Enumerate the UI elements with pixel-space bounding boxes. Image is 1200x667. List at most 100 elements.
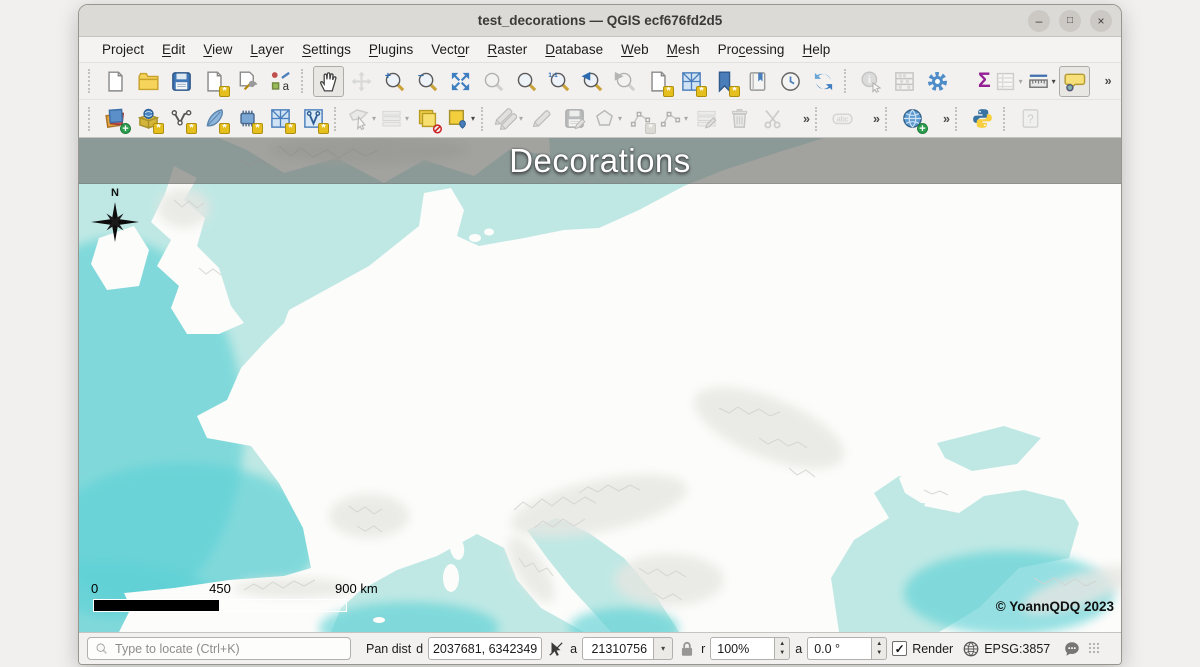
new-spatial-bookmark-button[interactable]: *	[709, 66, 740, 97]
zoom-to-selection-button[interactable]	[478, 66, 509, 97]
new-spatialite-layer-button[interactable]: *	[199, 103, 230, 134]
show-layout-manager-button[interactable]	[232, 66, 263, 97]
digitizing-toolbar-handle[interactable]	[481, 107, 488, 131]
add-polygon-feature-button[interactable]: ▾	[592, 103, 623, 134]
field-calculator-button[interactable]	[889, 66, 920, 97]
menu-database[interactable]: Database	[536, 39, 612, 60]
new-temporary-scratch-layer-button[interactable]: *	[298, 103, 329, 134]
open-attribute-table-button[interactable]: ▾	[993, 66, 1024, 97]
magnifier-spinbox[interactable]: 100% ▲▼	[710, 637, 790, 660]
zoom-native-resolution-button[interactable]: 1:1	[544, 66, 575, 97]
metasearch-button[interactable]: +	[897, 103, 928, 134]
rotation-spin-arrows[interactable]: ▲▼	[871, 637, 887, 660]
crs-status-button[interactable]: EPSG:3857	[962, 640, 1050, 658]
menu-vector[interactable]: Vector	[422, 39, 478, 60]
new-geopackage-layer-button[interactable]: *	[133, 103, 164, 134]
menu-mesh[interactable]: Mesh	[658, 39, 709, 60]
help-toolbar-handle[interactable]	[1003, 107, 1010, 131]
current-edits-button[interactable]: ▾	[493, 103, 524, 134]
modify-attributes-button[interactable]	[691, 103, 722, 134]
attributes-toolbar-handle[interactable]	[844, 69, 851, 93]
python-console-button[interactable]	[967, 103, 998, 134]
zoom-to-layer-button[interactable]	[511, 66, 542, 97]
select-features-by-form-button[interactable]: ▾	[379, 103, 410, 134]
plugins-toolbar-handle[interactable]	[955, 107, 962, 131]
magnifier-value[interactable]: 100%	[710, 637, 774, 660]
style-manager-button[interactable]	[265, 66, 296, 97]
toolbar-overflow-button[interactable]: »	[1092, 66, 1112, 97]
coordinate-input[interactable]: 2037681, 6342349	[428, 637, 542, 660]
menu-settings[interactable]: Settings	[293, 39, 360, 60]
help-contents-button[interactable]	[1015, 103, 1046, 134]
save-project-button[interactable]	[166, 66, 197, 97]
delete-selected-button[interactable]	[724, 103, 755, 134]
project-toolbar-handle[interactable]	[88, 69, 95, 93]
vertex-tool-button[interactable]: ▾	[658, 103, 689, 134]
map-tips-button[interactable]	[1059, 66, 1090, 97]
navigation-toolbar-handle[interactable]	[301, 69, 308, 93]
window-resize-grip[interactable]	[1088, 642, 1101, 655]
temporal-controller-button[interactable]	[775, 66, 806, 97]
zoom-out-button[interactable]: −	[412, 66, 443, 97]
locator-input[interactable]	[113, 641, 343, 657]
new-virtual-layer-button[interactable]: *	[232, 103, 263, 134]
menu-layer[interactable]: Layer	[241, 39, 293, 60]
menu-raster[interactable]: Raster	[479, 39, 537, 60]
datasource-toolbar-handle[interactable]	[88, 107, 95, 131]
menu-help[interactable]: Help	[793, 39, 839, 60]
menu-edit[interactable]: Edit	[153, 39, 194, 60]
open-data-source-manager-button[interactable]: +	[100, 103, 131, 134]
menu-plugins[interactable]: Plugins	[360, 39, 422, 60]
lock-scale-icon[interactable]	[678, 640, 696, 658]
new-mesh-layer-button[interactable]: *	[265, 103, 296, 134]
open-project-button[interactable]	[133, 66, 164, 97]
rotation-value[interactable]: 0.0 °	[807, 637, 871, 660]
new-shapefile-layer-button[interactable]: *	[166, 103, 197, 134]
minimize-button[interactable]: –	[1028, 10, 1050, 32]
scale-dropdown-icon[interactable]: ▾	[654, 637, 673, 660]
close-button[interactable]: ×	[1090, 10, 1112, 32]
measure-button[interactable]: ▾	[1026, 66, 1057, 97]
toggle-editing-button[interactable]	[526, 103, 557, 134]
labels-toolbar-handle[interactable]	[815, 107, 822, 131]
new-3d-map-view-button[interactable]: *	[676, 66, 707, 97]
processing-toolbox-button[interactable]	[922, 66, 953, 97]
digitizing-overflow-button[interactable]: »	[790, 103, 810, 134]
title-bar[interactable]: test_decorations — QGIS ecf676fd2d5 – □ …	[79, 5, 1121, 37]
pan-map-button[interactable]	[313, 66, 344, 97]
toggle-extents-icon[interactable]	[547, 640, 565, 658]
new-print-layout-button[interactable]: *	[199, 66, 230, 97]
labels-overflow-button[interactable]: »	[860, 103, 880, 134]
magnifier-spin-arrows[interactable]: ▲▼	[774, 637, 790, 660]
render-checkbox[interactable]: ✓	[892, 641, 907, 656]
web-toolbar-handle[interactable]	[885, 107, 892, 131]
new-project-button[interactable]	[100, 66, 131, 97]
zoom-in-button[interactable]: +	[379, 66, 410, 97]
new-map-view-button[interactable]: *	[643, 66, 674, 97]
pan-to-selection-button[interactable]	[346, 66, 377, 97]
zoom-full-button[interactable]	[445, 66, 476, 97]
show-spatial-bookmarks-button[interactable]	[742, 66, 773, 97]
select-by-value-button[interactable]: ▾	[445, 103, 476, 134]
maximize-button[interactable]: □	[1059, 10, 1081, 32]
web-overflow-button[interactable]: »	[930, 103, 950, 134]
selection-toolbar-handle[interactable]	[334, 107, 341, 131]
menu-project[interactable]: Project	[93, 39, 153, 60]
vertex-tool-all-layers-button[interactable]: *	[625, 103, 656, 134]
deselect-features-button[interactable]: ⊘	[412, 103, 443, 134]
save-layer-edits-button[interactable]	[559, 103, 590, 134]
scale-combo[interactable]: 21310756 ▾	[582, 637, 673, 660]
zoom-next-button[interactable]: ▶	[610, 66, 641, 97]
map-canvas[interactable]: N Decorations 0 450 900 km © YoannQDQ 20…	[79, 138, 1121, 632]
zoom-last-button[interactable]: ◀	[577, 66, 608, 97]
menu-view[interactable]: View	[194, 39, 241, 60]
statistical-summary-button[interactable]: Σ	[955, 66, 991, 97]
rotation-spinbox[interactable]: 0.0 ° ▲▼	[807, 637, 887, 660]
locator-search[interactable]	[87, 637, 351, 660]
layer-labeling-button[interactable]	[827, 103, 858, 134]
select-features-button[interactable]: ▾	[346, 103, 377, 134]
cut-features-button[interactable]	[757, 103, 788, 134]
messages-bubble-icon[interactable]	[1063, 640, 1081, 658]
identify-features-button[interactable]	[856, 66, 887, 97]
menu-web[interactable]: Web	[612, 39, 658, 60]
